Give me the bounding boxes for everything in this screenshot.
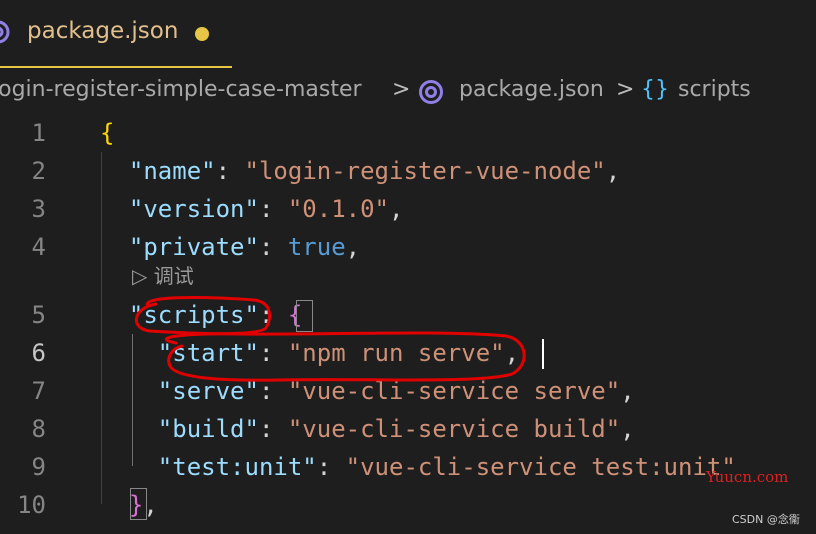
code-token: "vue-cli-service serve" (287, 377, 621, 405)
line-number: 2 (31, 157, 46, 185)
code-token: , (620, 415, 635, 443)
code-line[interactable]: 8 "build": "vue-cli-service build", (0, 410, 816, 448)
code-text[interactable]: "name": "login-register-vue-node", (100, 152, 620, 190)
tab-label: package.json (27, 18, 179, 44)
line-number: 3 (31, 195, 46, 223)
tab-package-json[interactable]: package.json (0, 0, 232, 68)
code-token: : (258, 301, 288, 329)
code-text[interactable]: "version": "0.1.0", (100, 190, 404, 228)
code-text[interactable]: "start": "npm run serve", (100, 334, 519, 372)
code-token: : (258, 233, 288, 261)
indent-guide (101, 152, 102, 504)
code-token: , (389, 195, 404, 223)
code-token: : (258, 377, 288, 405)
text-cursor (542, 339, 544, 369)
breadcrumb-symbol[interactable]: scripts (678, 77, 751, 102)
code-token: "start" (157, 339, 259, 367)
code-line[interactable]: 4 "private": true, (0, 228, 816, 266)
code-token: "private" (128, 233, 259, 261)
line-number: 5 (31, 301, 46, 329)
editor-tab-bar: package.json (0, 0, 816, 68)
braces-icon: {} (641, 77, 669, 102)
code-text[interactable]: }, (100, 486, 158, 524)
code-token: , (620, 377, 635, 405)
code-editor[interactable]: 1{2 "name": "login-register-vue-node", 3 … (0, 114, 816, 534)
code-token: "vue-cli-service test:unit" (345, 453, 736, 481)
code-line[interactable]: 10 }, (0, 486, 816, 524)
code-token: : (258, 195, 288, 223)
code-text[interactable]: "scripts": { (100, 296, 302, 334)
code-line[interactable]: 6 "start": "npm run serve", (0, 334, 816, 372)
code-token: "test:unit" (157, 453, 317, 481)
code-token: "npm run serve" (287, 339, 505, 367)
code-text[interactable]: "build": "vue-cli-service build", (100, 410, 635, 448)
code-token: "vue-cli-service build" (287, 415, 621, 443)
breadcrumb-folder[interactable]: login-register-simple-case-master (0, 77, 362, 102)
breadcrumb-separator: > (392, 77, 411, 102)
unsaved-dot-icon[interactable] (195, 27, 209, 41)
code-text[interactable]: "test:unit": "vue-cli-service test:unit" (100, 448, 736, 486)
code-token: , (605, 157, 621, 185)
code-token: : (258, 339, 288, 367)
indent-guide-active (132, 334, 133, 466)
line-number: 4 (31, 233, 46, 261)
code-text[interactable]: "serve": "vue-cli-service serve", (100, 372, 635, 410)
code-token: : (215, 157, 245, 185)
code-text[interactable]: { (100, 114, 114, 152)
code-token: "0.1.0" (287, 195, 390, 223)
code-line[interactable]: 2 "name": "login-register-vue-node", (0, 152, 816, 190)
line-number: 9 (31, 453, 46, 481)
code-token: true (287, 233, 346, 261)
breadcrumb: login-register-simple-case-master > pack… (0, 68, 816, 114)
line-number: 8 (31, 415, 46, 443)
debug-codelens[interactable]: ▷ 调试 (132, 260, 194, 289)
code-token: : (316, 453, 346, 481)
watermark-site: Yuucn.com (706, 468, 789, 486)
code-token: : (258, 415, 288, 443)
breadcrumb-separator: > (616, 77, 635, 102)
code-token: "serve" (157, 377, 259, 405)
code-token: "version" (128, 195, 259, 223)
code-line[interactable]: 7 "serve": "vue-cli-service serve", (0, 372, 816, 410)
package-json-icon (0, 20, 10, 44)
line-number: 10 (17, 491, 46, 519)
code-token: "login-register-vue-node" (244, 157, 606, 185)
code-line[interactable]: 3 "version": "0.1.0", (0, 190, 816, 228)
code-line[interactable]: 5 "scripts": { (0, 296, 816, 334)
breadcrumb-file[interactable]: package.json (459, 77, 604, 102)
watermark-credit: CSDN @念衞 (732, 513, 800, 526)
code-token: , (345, 233, 361, 261)
bracket-match-open (296, 300, 313, 332)
code-token: "build" (157, 415, 259, 443)
line-number: 6 (31, 339, 46, 367)
code-line[interactable]: 9 "test:unit": "vue-cli-service test:uni… (0, 448, 816, 486)
bracket-match-close (130, 488, 147, 520)
code-token: "name" (128, 157, 216, 185)
line-number: 1 (31, 119, 46, 147)
code-token: "scripts" (128, 301, 259, 329)
package-json-icon (419, 80, 443, 104)
code-token: { (100, 119, 115, 147)
line-number: 7 (31, 377, 46, 405)
code-line[interactable]: 1{ (0, 114, 816, 152)
code-token: , (504, 339, 520, 367)
